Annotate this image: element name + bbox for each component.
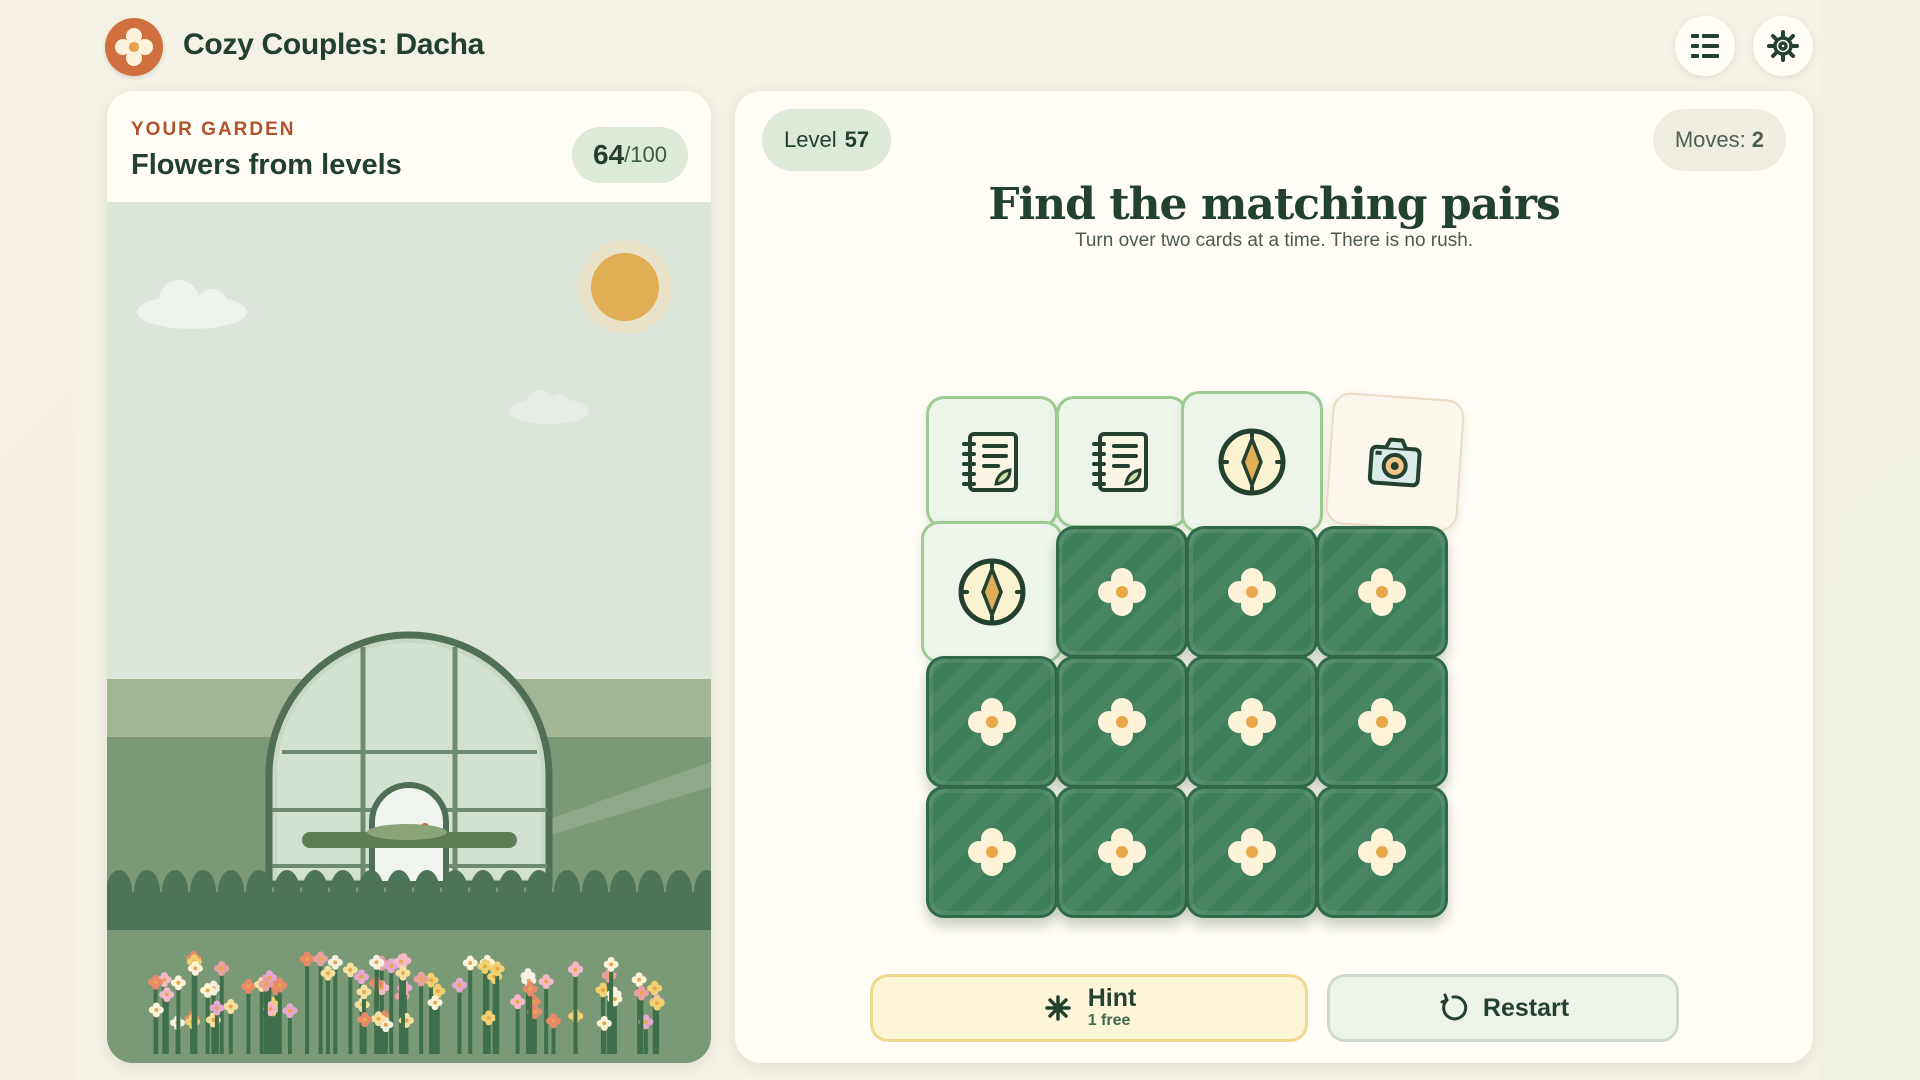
notebook-icon <box>1092 432 1148 492</box>
menu-button[interactable] <box>1675 16 1735 76</box>
memory-card-8[interactable] <box>1316 526 1448 658</box>
level-value: 57 <box>844 127 870 152</box>
garden-progress-max: 100 <box>630 142 667 167</box>
flower-icon <box>1098 698 1146 746</box>
game-subheading: Turn over two cards at a time. There is … <box>1074 230 1474 251</box>
flower-icon <box>968 828 1016 876</box>
hint-count: 1 free <box>1087 1012 1131 1029</box>
notebook-icon <box>962 432 1018 492</box>
moves-value: 2 <box>1751 127 1764 152</box>
sparkle-icon <box>1044 995 1071 1021</box>
memory-card-1[interactable] <box>926 396 1058 528</box>
game-heading: Find the matching pairs <box>988 179 1561 230</box>
restart-icon <box>1440 993 1468 1021</box>
level-label: Level <box>784 127 837 152</box>
hedge <box>107 870 711 932</box>
camera-icon <box>1367 437 1422 488</box>
restart-button[interactable]: Restart <box>1327 974 1679 1042</box>
memory-card-13[interactable] <box>926 786 1058 918</box>
moves-counter: Moves: 2 <box>1652 109 1786 171</box>
memory-card-2[interactable] <box>1056 396 1188 528</box>
flower-icon <box>1228 698 1276 746</box>
memory-card-12[interactable] <box>1316 656 1448 788</box>
memory-card-11[interactable] <box>1186 656 1318 788</box>
garden-kicker: YOUR GARDEN <box>131 119 296 140</box>
memory-card-16[interactable] <box>1316 786 1448 918</box>
hint-button[interactable]: Hint 1 free <box>870 974 1308 1042</box>
garden-title: Flowers from levels <box>131 149 402 181</box>
flower-icon <box>1358 568 1406 616</box>
memory-card-9[interactable] <box>926 656 1058 788</box>
flower-icon <box>1228 568 1276 616</box>
flower-icon <box>1358 828 1406 876</box>
memory-card-15[interactable] <box>1186 786 1318 918</box>
gear-icon <box>1767 30 1799 62</box>
moves-label: Moves: <box>1674 127 1746 152</box>
garden-progress-badge: 64/100 <box>572 127 688 183</box>
game-panel: Level 57 Moves: 2 Find the matching pairs … <box>735 91 1813 1063</box>
memory-card-5[interactable] <box>921 521 1063 663</box>
compass-icon <box>958 558 1026 626</box>
memory-card-14[interactable] <box>1056 786 1188 918</box>
compass-icon <box>1218 428 1286 496</box>
greenhouse-icon <box>265 631 553 888</box>
garden-progress-current: 64 <box>593 139 625 170</box>
flower-icon <box>968 698 1016 746</box>
list-menu-icon <box>1691 34 1719 58</box>
flower-icon <box>1358 698 1406 746</box>
sun-icon <box>578 240 672 334</box>
restart-label: Restart <box>1482 993 1570 1022</box>
memory-card-6[interactable] <box>1056 526 1188 658</box>
garden-panel: YOUR GARDEN Flowers from levels 64/100 <box>107 91 711 1063</box>
hint-label: Hint <box>1087 984 1137 1012</box>
memory-card-7[interactable] <box>1186 526 1318 658</box>
flower-icon <box>1098 568 1146 616</box>
app-title: Cozy Couples: Dacha <box>183 28 485 61</box>
flower-logo-icon <box>105 18 163 76</box>
garden-scene <box>107 202 711 1063</box>
memory-card-4[interactable] <box>1324 391 1466 533</box>
flower-icon <box>1228 828 1276 876</box>
level-badge: Level 57 <box>762 109 892 171</box>
settings-button[interactable] <box>1753 16 1813 76</box>
flower-icon <box>1098 828 1146 876</box>
memory-card-3[interactable] <box>1181 391 1323 533</box>
memory-card-10[interactable] <box>1056 656 1188 788</box>
